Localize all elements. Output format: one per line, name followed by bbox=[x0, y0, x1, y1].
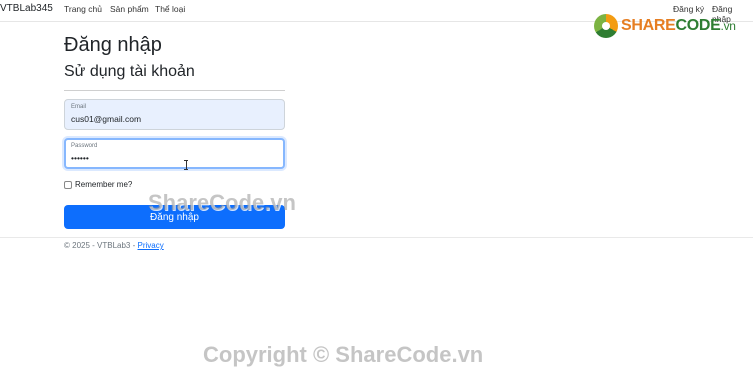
footer-copyright: © 2025 - VTBLab3 - bbox=[64, 241, 138, 250]
email-input[interactable] bbox=[71, 113, 276, 125]
remember-me-row: Remember me? bbox=[64, 180, 132, 189]
logo-text-domain: .vn bbox=[720, 19, 736, 33]
nav-link-products[interactable]: Sản phẩm bbox=[110, 4, 149, 14]
divider bbox=[64, 90, 285, 91]
nav-link-home[interactable]: Trang chủ bbox=[64, 4, 102, 14]
logo-text-code: CODE bbox=[675, 17, 721, 34]
remember-me-label[interactable]: Remember me? bbox=[75, 180, 132, 189]
text-cursor-icon bbox=[184, 160, 188, 170]
sharecode-logo: SHARECODE.vn bbox=[594, 12, 753, 40]
password-input[interactable] bbox=[71, 152, 276, 164]
footer: © 2025 - VTBLab3 - Privacy bbox=[64, 241, 164, 250]
login-button[interactable]: Đăng nhập bbox=[64, 205, 285, 229]
password-field-group: Password bbox=[64, 138, 285, 169]
nav-link-categories[interactable]: Thể loại bbox=[155, 4, 185, 14]
sharecode-logo-icon bbox=[594, 14, 618, 38]
footer-divider bbox=[0, 237, 753, 238]
page-title: Đăng nhập bbox=[64, 34, 162, 56]
password-label: Password bbox=[71, 143, 98, 149]
email-label: Email bbox=[71, 104, 87, 110]
page-subtitle: Sử dụng tài khoản bbox=[64, 63, 195, 80]
remember-me-checkbox[interactable] bbox=[64, 180, 72, 189]
watermark-bottom: Copyright © ShareCode.vn bbox=[203, 342, 484, 367]
sharecode-logo-text: SHARECODE.vn bbox=[621, 17, 736, 35]
email-field-group: Email bbox=[64, 99, 285, 130]
logo-text-share: SHARE bbox=[621, 17, 676, 34]
privacy-link[interactable]: Privacy bbox=[138, 241, 164, 250]
navbar-brand[interactable]: VTBLab345 bbox=[0, 3, 53, 14]
